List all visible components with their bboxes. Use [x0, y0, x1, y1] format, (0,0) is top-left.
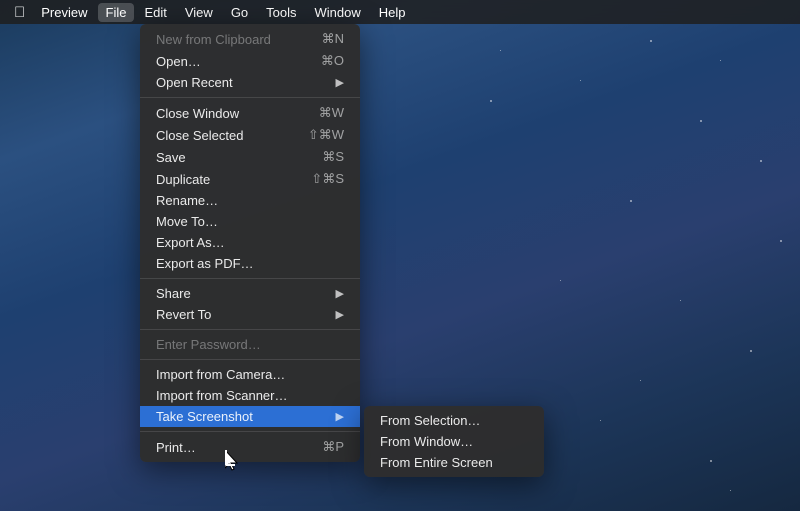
- menu-shortcut: ⌘S: [322, 149, 344, 165]
- menu-item-export-pdf[interactable]: Export as PDF…: [140, 253, 360, 274]
- menu-shortcut: ⌘P: [322, 439, 344, 455]
- menu-shortcut: ⌘O: [321, 53, 344, 69]
- menu-item-share[interactable]: Share ▶: [140, 283, 360, 304]
- menu-label: Import from Camera…: [156, 367, 285, 382]
- menubar-file[interactable]: File: [98, 3, 135, 22]
- menu-label: New from Clipboard: [156, 32, 271, 47]
- menu-item-open-recent[interactable]: Open Recent ▶: [140, 72, 360, 93]
- menubar-help[interactable]: Help: [371, 3, 414, 22]
- menu-item-duplicate[interactable]: Duplicate ⇧⌘S: [140, 168, 360, 190]
- menu-item-print[interactable]: Print… ⌘P: [140, 436, 360, 458]
- menu-item-rename[interactable]: Rename…: [140, 190, 360, 211]
- file-menu-dropdown: New from Clipboard ⌘N Open… ⌘O Open Rece…: [140, 24, 360, 462]
- menu-item-import-scanner[interactable]: Import from Scanner…: [140, 385, 360, 406]
- menubar-edit[interactable]: Edit: [136, 3, 174, 22]
- separator: [140, 329, 360, 330]
- menu-item-import-camera[interactable]: Import from Camera…: [140, 364, 360, 385]
- menu-label: Move To…: [156, 214, 218, 229]
- menu-item-take-screenshot[interactable]: Take Screenshot ▶: [140, 406, 360, 427]
- take-screenshot-container: Take Screenshot ▶ From Selection… From W…: [140, 406, 360, 427]
- menu-item-open[interactable]: Open… ⌘O: [140, 50, 360, 72]
- menubar-items:  Preview File Edit View Go Tools Window…: [8, 2, 414, 23]
- screenshot-submenu: From Selection… From Window… From Entire…: [364, 406, 544, 477]
- menu-item-enter-password[interactable]: Enter Password…: [140, 334, 360, 355]
- menubar-tools[interactable]: Tools: [258, 3, 304, 22]
- menu-label: Open…: [156, 54, 201, 69]
- menubar-view[interactable]: View: [177, 3, 221, 22]
- menu-label: Enter Password…: [156, 337, 261, 352]
- separator: [140, 278, 360, 279]
- menu-item-new-clipboard[interactable]: New from Clipboard ⌘N: [140, 28, 360, 50]
- separator: [140, 359, 360, 360]
- arrow-icon: ▶: [336, 76, 344, 89]
- menu-label: Share: [156, 286, 191, 301]
- menubar-go[interactable]: Go: [223, 3, 256, 22]
- menu-label: Take Screenshot: [156, 409, 253, 424]
- menu-label: Rename…: [156, 193, 218, 208]
- arrow-icon: ▶: [336, 287, 344, 300]
- submenu-label: From Selection…: [380, 413, 480, 428]
- separator: [140, 97, 360, 98]
- menu-shortcut: ⌘N: [322, 31, 344, 47]
- submenu-item-from-window[interactable]: From Window…: [364, 431, 544, 452]
- menu-shortcut: ⇧⌘W: [308, 127, 344, 143]
- menubar-preview[interactable]: Preview: [33, 3, 95, 22]
- menubar-window[interactable]: Window: [307, 3, 369, 22]
- menu-label: Save: [156, 150, 186, 165]
- menu-label: Import from Scanner…: [156, 388, 288, 403]
- menu-shortcut: ⌘W: [319, 105, 344, 121]
- menu-label: Export as PDF…: [156, 256, 254, 271]
- apple-menu[interactable]: : [8, 2, 31, 23]
- menu-item-save[interactable]: Save ⌘S: [140, 146, 360, 168]
- menu-label: Close Selected: [156, 128, 243, 143]
- menu-label: Open Recent: [156, 75, 233, 90]
- menu-label: Revert To: [156, 307, 211, 322]
- separator: [140, 431, 360, 432]
- menu-item-move-to[interactable]: Move To…: [140, 211, 360, 232]
- menu-label: Duplicate: [156, 172, 210, 187]
- arrow-icon: ▶: [336, 308, 344, 321]
- submenu-item-from-entire-screen[interactable]: From Entire Screen: [364, 452, 544, 473]
- menu-shortcut: ⇧⌘S: [311, 171, 344, 187]
- menubar:  Preview File Edit View Go Tools Window…: [0, 0, 800, 24]
- menu-label: Export As…: [156, 235, 225, 250]
- arrow-icon: ▶: [336, 410, 344, 423]
- menu-item-revert-to[interactable]: Revert To ▶: [140, 304, 360, 325]
- menu-item-close-selected[interactable]: Close Selected ⇧⌘W: [140, 124, 360, 146]
- submenu-label: From Window…: [380, 434, 473, 449]
- menu-label: Close Window: [156, 106, 239, 121]
- submenu-label: From Entire Screen: [380, 455, 493, 470]
- menu-item-close-window[interactable]: Close Window ⌘W: [140, 102, 360, 124]
- menu-label: Print…: [156, 440, 196, 455]
- menu-item-export-as[interactable]: Export As…: [140, 232, 360, 253]
- submenu-item-from-selection[interactable]: From Selection…: [364, 410, 544, 431]
